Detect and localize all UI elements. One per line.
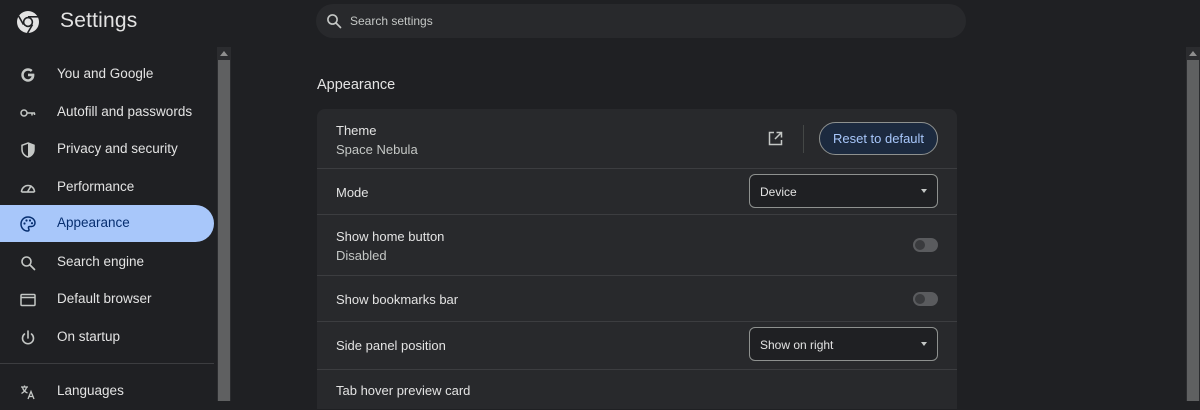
home-button-status: Disabled (336, 248, 387, 263)
palette-icon (20, 216, 36, 232)
search-icon (327, 14, 342, 29)
tab-hover-row: Tab hover preview card (317, 370, 957, 409)
section-title-appearance: Appearance (317, 77, 396, 93)
toggle-knob (915, 294, 925, 304)
sidebar-item-on-startup[interactable]: On startup (0, 319, 214, 356)
sidebar-scrollbar-thumb[interactable] (218, 60, 230, 401)
sidebar-item-label: Languages (57, 383, 124, 398)
shield-icon (21, 142, 35, 158)
power-icon (21, 330, 35, 345)
sidebar-item-label: Autofill and passwords (57, 104, 193, 119)
home-button-label: Show home button (336, 229, 445, 244)
key-icon (20, 109, 36, 117)
sidebar-item-privacy[interactable]: Privacy and security (0, 131, 214, 168)
open-in-new-icon[interactable] (767, 130, 784, 147)
bookmarks-bar-row: Show bookmarks bar (317, 276, 957, 322)
sidebar-item-label: On startup (57, 329, 121, 344)
sidebar-item-label: Appearance (57, 215, 130, 230)
sidebar-nav: You and Google Autofill and passwords Pr… (0, 48, 216, 401)
speedometer-icon (20, 184, 36, 193)
search-bar[interactable] (316, 4, 966, 38)
sidebar-item-autofill[interactable]: Autofill and passwords (0, 94, 214, 131)
appearance-card: Theme Space Nebula Reset to default Mode… (317, 109, 957, 409)
google-g-icon (21, 68, 35, 82)
sidebar-item-label: Performance (57, 179, 135, 194)
sidebar-item-label: You and Google (57, 66, 154, 81)
theme-row: Theme Space Nebula Reset to default (317, 109, 957, 169)
theme-value: Space Nebula (336, 142, 418, 157)
sidebar-item-default-browser[interactable]: Default browser (0, 281, 214, 318)
side-panel-select[interactable]: Show on right (749, 327, 938, 361)
page-scroll-up-arrow-icon[interactable] (1189, 51, 1197, 56)
sidebar-item-label: Default browser (57, 291, 152, 306)
sidebar-item-appearance[interactable]: Appearance (0, 205, 214, 242)
theme-label: Theme (336, 123, 377, 138)
vertical-separator (803, 125, 804, 153)
bookmarks-bar-toggle[interactable] (913, 292, 938, 306)
sidebar-item-search-engine[interactable]: Search engine (0, 244, 214, 281)
sidebar-item-label: Search engine (57, 254, 145, 269)
sidebar-item-languages[interactable]: Languages (0, 373, 214, 410)
mode-select-value: Device (760, 185, 797, 199)
sidebar-item-label: Privacy and security (57, 141, 178, 156)
mode-select[interactable]: Device (749, 174, 938, 208)
app-title: Settings (60, 9, 138, 32)
toggle-knob (915, 240, 925, 250)
side-panel-select-value: Show on right (760, 338, 834, 352)
search-input[interactable] (348, 13, 908, 29)
chrome-logo-icon (17, 11, 39, 34)
bookmarks-bar-label: Show bookmarks bar (336, 292, 459, 307)
search-icon (21, 256, 36, 271)
page-scrollbar-thumb[interactable] (1187, 60, 1199, 401)
home-button-row: Show home button Disabled (317, 215, 957, 276)
browser-window-icon (20, 293, 36, 307)
sidebar-scroll-up-arrow-icon[interactable] (220, 51, 228, 56)
chevron-down-icon (921, 342, 927, 346)
reset-to-default-button[interactable]: Reset to default (819, 122, 938, 155)
tab-hover-label: Tab hover preview card (336, 383, 471, 398)
mode-label: Mode (336, 185, 369, 200)
sidebar-divider (0, 363, 214, 364)
sidebar-item-performance[interactable]: Performance (0, 169, 214, 206)
sidebar-item-you-and-google[interactable]: You and Google (0, 56, 214, 93)
chevron-down-icon (921, 189, 927, 193)
side-panel-label: Side panel position (336, 338, 446, 353)
translate-icon (21, 385, 35, 400)
side-panel-row: Side panel position Show on right (317, 322, 957, 370)
mode-row: Mode Device (317, 169, 957, 215)
home-button-toggle[interactable] (913, 238, 938, 252)
